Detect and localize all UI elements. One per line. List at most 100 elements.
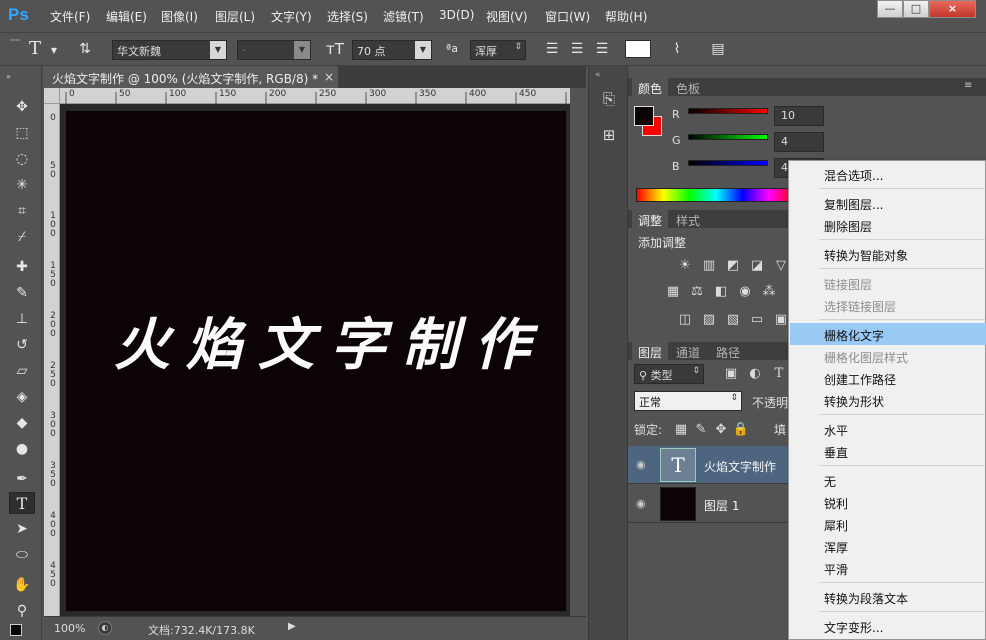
magic-wand-tool-icon[interactable]: ✳ (9, 174, 35, 196)
menu-item-aa-none[interactable]: 无 (790, 469, 986, 491)
lock-transparent-icon[interactable]: ▦ (672, 422, 690, 438)
menu-layer[interactable]: 图层(L) (215, 8, 255, 25)
filter-type-icon[interactable]: T (770, 366, 788, 382)
maximize-button[interactable]: □ (903, 0, 929, 18)
foreground-color-swatch[interactable] (10, 624, 22, 636)
menu-filter[interactable]: 滤镜(T) (383, 8, 424, 25)
character-panel-icon[interactable]: ▤ (707, 39, 729, 59)
menu-item-convert-to-shape[interactable]: 转换为形状 (790, 389, 986, 411)
history-brush-tool-icon[interactable]: ↺ (9, 334, 35, 356)
path-selection-tool-icon[interactable]: ➤ (9, 518, 35, 540)
layer-filter-select[interactable]: ⚲ 类型 ⇕ (634, 364, 704, 384)
menu-item-aa-smooth[interactable]: 平滑 (790, 557, 986, 579)
zoom-tool-icon[interactable]: ⚲ (9, 600, 35, 622)
tab-color[interactable]: 颜色 (632, 78, 669, 96)
red-slider[interactable] (688, 108, 768, 114)
lock-all-icon[interactable]: 🔒 (732, 422, 750, 438)
tab-styles[interactable]: 样式 (670, 210, 706, 228)
menu-item-aa-crisp[interactable]: 犀利 (790, 513, 986, 535)
levels-icon[interactable]: ▥ (700, 258, 718, 274)
tab-channels[interactable]: 通道 (670, 342, 706, 360)
minimize-button[interactable]: — (877, 0, 903, 18)
menu-window[interactable]: 窗口(W) (545, 8, 590, 25)
clone-stamp-tool-icon[interactable]: ⊥ (9, 308, 35, 330)
menu-type[interactable]: 文字(Y) (271, 8, 312, 25)
blur-tool-icon[interactable]: ◆ (9, 412, 35, 434)
tab-adjustments[interactable]: 调整 (632, 210, 669, 228)
text-color-swatch[interactable] (625, 40, 651, 58)
antialias-select[interactable]: 浑厚 ⇕ (470, 40, 526, 60)
green-value-input[interactable]: 4 (774, 132, 824, 152)
menu-edit[interactable]: 编辑(E) (106, 8, 147, 25)
menu-image[interactable]: 图像(I) (161, 8, 198, 25)
menu-item-aa-strong[interactable]: 浑厚 (790, 535, 986, 557)
canvas-text-layer[interactable]: 火焰文字制作 (114, 300, 544, 381)
tab-swatches[interactable]: 色板 (670, 78, 706, 96)
paint-bucket-tool-icon[interactable]: ◈ (9, 386, 35, 408)
brush-tool-icon[interactable]: ✎ (9, 282, 35, 304)
close-icon[interactable]: × (324, 70, 334, 84)
status-icon[interactable]: ◐ (98, 621, 112, 635)
menu-3d[interactable]: 3D(D) (439, 8, 474, 22)
hand-tool-icon[interactable]: ✋ (9, 574, 35, 596)
menu-item-create-work-path[interactable]: 创建工作路径 (790, 367, 986, 389)
curves-icon[interactable]: ◩ (724, 258, 742, 274)
lasso-tool-icon[interactable]: ◌ (9, 148, 35, 170)
menu-item-horizontal[interactable]: 水平 (790, 418, 986, 440)
marquee-tool-icon[interactable]: ⬚ (9, 122, 35, 144)
font-family-select[interactable]: 华文新魏 ▼ (112, 40, 227, 60)
history-panel-icon[interactable]: ⎘ (599, 90, 619, 112)
invert-icon[interactable]: ◫ (676, 312, 694, 328)
exposure-icon[interactable]: ◪ (748, 258, 766, 274)
play-icon[interactable]: ▶ (288, 621, 296, 632)
menu-item-duplicate-layer[interactable]: 复制图层... (790, 192, 986, 214)
chevron-down-icon[interactable]: ▼ (50, 41, 58, 61)
menu-item-vertical[interactable]: 垂直 (790, 440, 986, 462)
menu-view[interactable]: 视图(V) (486, 8, 528, 25)
eyedropper-tool-icon[interactable]: ⌿ (9, 226, 35, 248)
posterize-icon[interactable]: ▨ (700, 312, 718, 328)
menu-help[interactable]: 帮助(H) (605, 8, 647, 25)
filter-adjustment-icon[interactable]: ◐ (746, 366, 764, 382)
lock-image-icon[interactable]: ✎ (692, 422, 710, 438)
text-orientation-icon[interactable]: ⇅ (74, 39, 96, 59)
horizontal-ruler[interactable]: 0 50 100 150 200 250 300 350 400 450 (60, 88, 570, 104)
menu-file[interactable]: 文件(F) (50, 8, 90, 25)
vertical-ruler[interactable]: 0 5 0 1 0 0 1 5 0 2 0 0 2 5 0 3 0 0 3 5 … (44, 104, 60, 616)
channel-mixer-icon[interactable]: ⁂ (760, 284, 778, 300)
layer-name[interactable]: 图层 1 (704, 497, 739, 514)
zoom-level[interactable]: 100% (54, 622, 85, 635)
brightness-contrast-icon[interactable]: ☀ (676, 258, 694, 274)
menu-item-rasterize-type[interactable]: 栅格化文字 (790, 323, 986, 345)
foreground-color-swatch[interactable] (634, 106, 654, 126)
collapse-icon[interactable]: « (595, 70, 601, 80)
eye-icon[interactable]: ◉ (636, 458, 650, 471)
expand-icon[interactable]: » (6, 72, 11, 81)
align-center-icon[interactable]: ☰ (566, 39, 588, 59)
warp-text-icon[interactable]: ⌇ (666, 39, 688, 59)
eye-icon[interactable]: ◉ (636, 497, 650, 510)
properties-panel-icon[interactable]: ⊞ (599, 126, 619, 148)
type-tool-icon[interactable]: T (9, 492, 35, 514)
photo-filter-icon[interactable]: ◉ (736, 284, 754, 300)
close-button[interactable]: × (929, 0, 976, 18)
black-white-icon[interactable]: ◧ (712, 284, 730, 300)
green-slider[interactable] (688, 134, 768, 140)
menu-item-convert-smart-object[interactable]: 转换为智能对象 (790, 243, 986, 265)
panel-menu-icon[interactable]: ≡ (964, 80, 972, 91)
menu-item-convert-paragraph-text[interactable]: 转换为段落文本 (790, 586, 986, 608)
menu-item-blending-options[interactable]: 混合选项... (790, 163, 986, 185)
ellipse-tool-icon[interactable]: ⬭ (9, 544, 35, 566)
filter-pixel-icon[interactable]: ▣ (722, 366, 740, 382)
eraser-tool-icon[interactable]: ▱ (9, 360, 35, 382)
menu-item-aa-sharp[interactable]: 锐利 (790, 491, 986, 513)
gradient-map-icon[interactable]: ▭ (748, 312, 766, 328)
hue-saturation-icon[interactable]: ▦ (664, 284, 682, 300)
type-tool-preset-icon[interactable]: T (24, 39, 46, 59)
red-value-input[interactable]: 10 (774, 106, 824, 126)
blend-mode-select[interactable]: 正常 ⇕ (634, 391, 742, 411)
move-tool-icon[interactable]: ✥ (9, 96, 35, 118)
menu-select[interactable]: 选择(S) (327, 8, 368, 25)
blue-slider[interactable] (688, 160, 768, 166)
align-right-icon[interactable]: ☰ (591, 39, 613, 59)
